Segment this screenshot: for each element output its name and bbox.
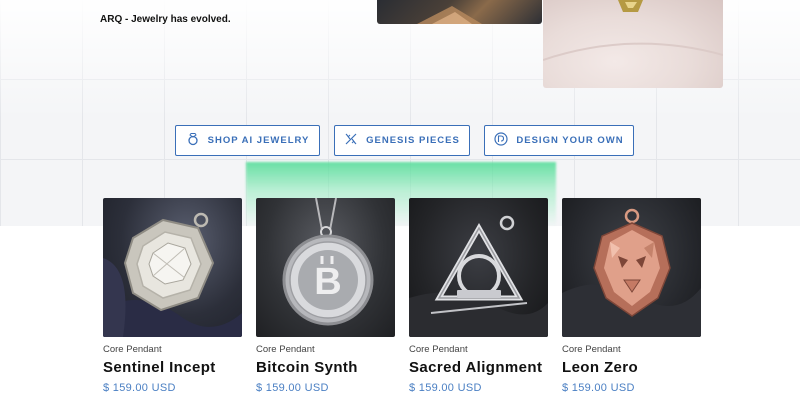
product-image-bitcoin-synth[interactable]: B xyxy=(256,198,395,337)
ring-icon xyxy=(186,132,200,149)
product-price: $ 159.00 USD xyxy=(409,382,482,394)
product-name[interactable]: Bitcoin Synth xyxy=(256,359,395,376)
dna-icon xyxy=(344,132,358,149)
product-price: $ 159.00 USD xyxy=(256,382,329,394)
shop-ai-jewelry-button[interactable]: SHOP AI JEWELRY xyxy=(175,125,320,156)
design-badge-icon xyxy=(494,132,508,149)
genesis-pieces-button[interactable]: GENESIS PIECES xyxy=(334,125,470,156)
product-category: Core Pendant xyxy=(103,344,162,355)
product-card[interactable]: Core Pendant Sacred Alignment $ 159.00 U… xyxy=(409,198,548,394)
product-price: $ 159.00 USD xyxy=(562,382,635,394)
product-name[interactable]: Sentinel Incept xyxy=(103,359,242,376)
design-your-own-button[interactable]: DESIGN YOUR OWN xyxy=(484,125,634,156)
genesis-pieces-label: GENESIS PIECES xyxy=(366,135,460,146)
product-card[interactable]: Core Pendant Leon Zero $ 159.00 USD xyxy=(562,198,701,394)
hero-tagline: ARQ - Jewelry has evolved. xyxy=(100,14,231,25)
design-your-own-label: DESIGN YOUR OWN xyxy=(516,135,624,146)
svg-text:B: B xyxy=(314,261,341,303)
product-card[interactable]: B Core Pendant Bitcoin Synth $ 159.00 US… xyxy=(256,198,395,394)
product-name[interactable]: Leon Zero xyxy=(562,359,701,376)
product-image-sentinel-incept[interactable] xyxy=(103,198,242,337)
product-card[interactable]: Core Pendant Sentinel Incept $ 159.00 US… xyxy=(103,198,242,394)
product-image-sacred-alignment[interactable] xyxy=(409,198,548,337)
product-category: Core Pendant xyxy=(562,344,621,355)
product-category: Core Pendant xyxy=(409,344,468,355)
shop-ai-jewelry-label: SHOP AI JEWELRY xyxy=(207,135,310,146)
hero-image-pendant-light xyxy=(543,0,723,88)
product-price: $ 159.00 USD xyxy=(103,382,176,394)
product-category: Core Pendant xyxy=(256,344,315,355)
hero-image-jewelry-dark xyxy=(377,0,542,24)
product-image-leon-zero[interactable] xyxy=(562,198,701,337)
product-name[interactable]: Sacred Alignment xyxy=(409,359,548,376)
